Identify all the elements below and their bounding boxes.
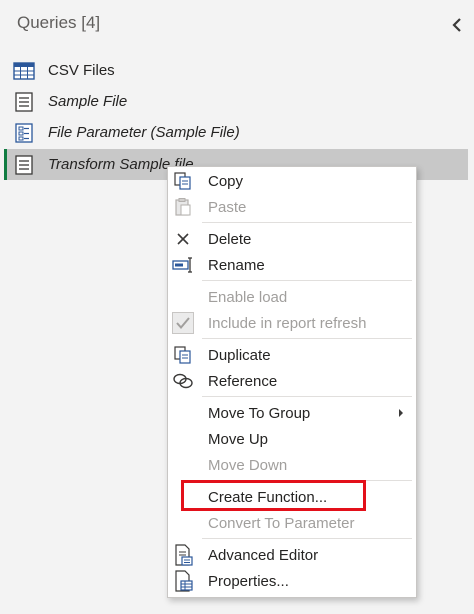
duplicate-icon xyxy=(172,344,194,366)
menu-item-enable-load[interactable]: Enable load xyxy=(168,284,416,310)
menu-item-label: Delete xyxy=(208,230,252,248)
query-label: File Parameter (Sample File) xyxy=(48,124,240,141)
menu-item-properties[interactable]: Properties... xyxy=(168,568,416,594)
menu-item-label: Move Up xyxy=(208,430,269,448)
menu-item-duplicate[interactable]: Duplicate xyxy=(168,342,416,368)
menu-item-convert-to-parameter[interactable]: Convert To Parameter xyxy=(168,510,416,536)
rename-icon xyxy=(172,254,194,276)
query-item-csv-files[interactable]: CSV Files xyxy=(4,55,468,86)
menu-item-label: Include in report refresh xyxy=(208,314,367,332)
menu-separator xyxy=(202,538,412,539)
menu-item-label: Duplicate xyxy=(208,346,271,364)
menu-item-label: Convert To Parameter xyxy=(208,514,355,532)
menu-item-move-up[interactable]: Move Up xyxy=(168,426,416,452)
menu-separator xyxy=(202,338,412,339)
menu-item-include-in-report-refresh[interactable]: Include in report refresh xyxy=(168,310,416,336)
menu-item-label: Properties... xyxy=(208,572,289,590)
menu-item-label: Rename xyxy=(208,256,265,274)
menu-item-paste[interactable]: Paste xyxy=(168,194,416,220)
collapse-panel-button[interactable] xyxy=(448,14,466,36)
menu-item-label: Enable load xyxy=(208,288,288,306)
advanced-editor-icon xyxy=(172,544,194,566)
query-item-file-parameter[interactable]: File Parameter (Sample File) xyxy=(4,117,468,148)
menu-item-rename[interactable]: Rename xyxy=(168,252,416,278)
menu-item-move-down[interactable]: Move Down xyxy=(168,452,416,478)
menu-separator xyxy=(202,396,412,397)
menu-separator xyxy=(202,222,412,223)
menu-item-label: Move To Group xyxy=(208,404,311,422)
copy-icon xyxy=(172,170,194,192)
delete-icon xyxy=(172,228,194,250)
paste-icon xyxy=(172,196,194,218)
query-label: Sample File xyxy=(48,93,128,110)
document-icon xyxy=(12,91,36,112)
panel-title: Queries [4] xyxy=(17,13,101,32)
reference-icon xyxy=(172,370,194,392)
menu-item-reference[interactable]: Reference xyxy=(168,368,416,394)
menu-item-label: Reference xyxy=(208,372,278,390)
menu-item-copy[interactable]: Copy xyxy=(168,168,416,194)
table-icon xyxy=(12,61,36,81)
submenu-arrow-icon xyxy=(399,409,403,417)
highlight-annotation xyxy=(181,480,366,511)
menu-item-label: Paste xyxy=(208,198,247,216)
menu-item-label: Copy xyxy=(208,172,244,190)
document-icon xyxy=(12,154,36,175)
menu-separator xyxy=(202,280,412,281)
menu-item-label: Advanced Editor xyxy=(208,546,319,564)
parameter-icon xyxy=(12,122,36,143)
menu-item-move-to-group[interactable]: Move To Group xyxy=(168,400,416,426)
context-menu: Copy Paste Delete Rename Enable load Inc… xyxy=(167,166,417,598)
properties-icon xyxy=(172,570,194,592)
query-item-sample-file[interactable]: Sample File xyxy=(4,86,468,117)
menu-item-advanced-editor[interactable]: Advanced Editor xyxy=(168,542,416,568)
query-label: CSV Files xyxy=(48,62,115,79)
menu-item-label: Move Down xyxy=(208,456,288,474)
checkmark-icon xyxy=(172,312,194,334)
menu-item-delete[interactable]: Delete xyxy=(168,226,416,252)
chevron-left-icon xyxy=(452,18,461,32)
